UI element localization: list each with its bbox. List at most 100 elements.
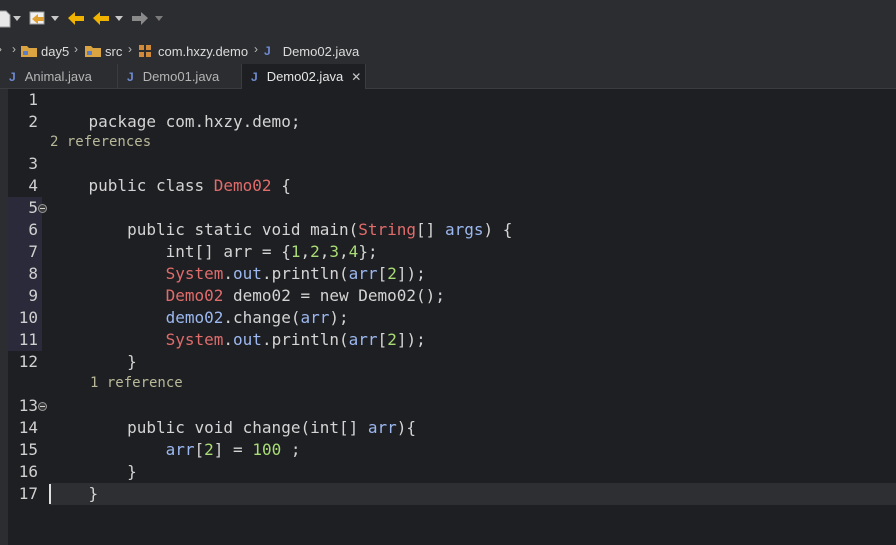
code-token: ){ (396, 418, 417, 437)
breadcrumb-label: Demo02.java (282, 43, 360, 59)
code-token: package com.hxzy.demo; (88, 112, 301, 131)
line-number: 16 (18, 462, 38, 481)
number-token: 100 (252, 440, 282, 459)
variable-token: arr (367, 418, 397, 437)
code-line: System.out.println(arr[2]); (50, 307, 426, 349)
chevron-down-icon[interactable] (13, 16, 21, 21)
line-number: 15 (18, 440, 38, 459)
chevron-down-icon[interactable] (51, 16, 59, 21)
line-number: 10 (18, 308, 38, 327)
fold-collapse-icon[interactable] (38, 402, 47, 411)
line-number: 13 (18, 396, 38, 415)
tab-label: Animal.java (24, 69, 92, 84)
code-line: arr[2] = 100 ; (50, 417, 301, 459)
breadcrumb-item-package[interactable]: com.hxzy.demo (137, 42, 248, 60)
tab-demo02-java[interactable]: J Demo02.java ✕ (242, 64, 366, 89)
code-token: ]); (396, 330, 426, 349)
tab-demo01-java[interactable]: J Demo01.java (118, 64, 242, 89)
forward-arrow-icon[interactable] (130, 9, 150, 29)
code-token: [ (194, 440, 205, 459)
number-token: 2 (204, 440, 214, 459)
code-line: Demo02 demo02 = new Demo02(); (50, 263, 445, 305)
java-file-icon: J (127, 69, 134, 84)
code-editor[interactable]: 1 2 3 4 5 6 7 8 9 10 11 12 13 14 15 16 1… (0, 89, 896, 545)
project-folder-icon (21, 46, 37, 57)
code-token: { (271, 176, 291, 195)
close-icon[interactable]: ✕ (351, 70, 361, 84)
breadcrumb-label: com.hxzy.demo (158, 43, 249, 59)
number-token: 2 (387, 330, 397, 349)
code-line: } (50, 329, 137, 371)
toolbar (0, 0, 896, 36)
code-token: [ (377, 330, 388, 349)
chevron-right-icon: › (74, 42, 78, 56)
code-token: public class (88, 176, 214, 195)
tab-animal-java[interactable]: J Animal.java (0, 64, 118, 89)
line-number: 3 (28, 154, 38, 173)
code-token: } (88, 484, 99, 503)
breadcrumb-item-file[interactable]: J Demo02.java (264, 42, 359, 60)
code-lens-references[interactable]: 1 reference (90, 373, 183, 393)
chevron-right-icon: › (254, 42, 258, 56)
fold-collapse-icon[interactable] (38, 204, 47, 213)
line-number: 8 (28, 264, 38, 283)
new-file-icon[interactable] (0, 9, 12, 29)
editor-tab-bar: J Animal.java J Demo01.java J Demo02.jav… (0, 64, 896, 89)
java-file-icon: J (264, 44, 271, 58)
code-token: [] (416, 220, 445, 239)
breadcrumb-label: day5 (41, 43, 70, 59)
code-line: } (50, 461, 99, 503)
line-number: 11 (18, 330, 38, 349)
breadcrumb-item-src[interactable]: src (84, 42, 122, 60)
back-arrow-icon[interactable] (66, 9, 88, 29)
class-name-token: System (165, 330, 224, 349)
code-token: } (88, 352, 137, 371)
variable-token: arr (165, 440, 195, 459)
line-number: 6 (28, 220, 38, 239)
code-token: ) { (483, 220, 513, 239)
variable-token: args (444, 220, 484, 239)
code-line: int[] arr = {1,2,3,4}; (50, 219, 378, 261)
chevron-right-icon: › (12, 42, 16, 56)
package-icon (139, 45, 151, 57)
code-line: System.out.println(arr[2]); (50, 241, 426, 283)
chevron-down-icon[interactable] (115, 16, 123, 21)
open-resource-icon[interactable] (28, 9, 48, 29)
line-number: 7 (28, 242, 38, 261)
java-file-icon: J (9, 69, 16, 84)
chevron-right-icon: › (128, 42, 132, 56)
code-line: demo02.change(arr); (50, 285, 349, 327)
code-line: public class Demo02 { (50, 153, 291, 195)
code-line: } (50, 439, 137, 481)
chevron-down-icon[interactable] (155, 16, 163, 21)
code-line: package com.hxzy.demo; (50, 89, 301, 131)
java-file-icon: J (251, 69, 258, 84)
variable-token: arr (348, 330, 378, 349)
line-number: 17 (18, 484, 38, 503)
code-token: . (223, 330, 234, 349)
left-gutter (0, 89, 8, 545)
line-number: 12 (18, 352, 38, 371)
code-token: ] = (213, 440, 253, 459)
source-folder-icon (85, 46, 101, 57)
current-line-highlight (50, 483, 896, 505)
code-line: public static void main(String[] args) { (50, 197, 512, 239)
variable-token: out (233, 330, 262, 349)
code-line: public void change(int[] arr){ (50, 395, 416, 437)
line-number: 2 (28, 112, 38, 131)
back-arrow-icon[interactable] (91, 9, 113, 29)
breadcrumb-label: src (105, 43, 123, 59)
code-token: .println( (261, 330, 349, 349)
tab-label: Demo01.java (142, 69, 220, 84)
class-name-token: Demo02 (213, 176, 272, 195)
breadcrumb-item-day5[interactable]: day5 (20, 42, 69, 60)
line-number: 4 (28, 176, 38, 195)
line-number: 9 (28, 286, 38, 305)
chevron-right-icon: › (0, 42, 2, 56)
code-token: ; (281, 440, 301, 459)
breadcrumb: › › day5 › src › com.hxzy.demo › J Demo0… (0, 36, 896, 64)
line-number: 1 (28, 90, 38, 109)
line-number: 5 (28, 198, 38, 217)
tab-label: Demo02.java (266, 69, 344, 84)
line-number: 14 (18, 418, 38, 437)
